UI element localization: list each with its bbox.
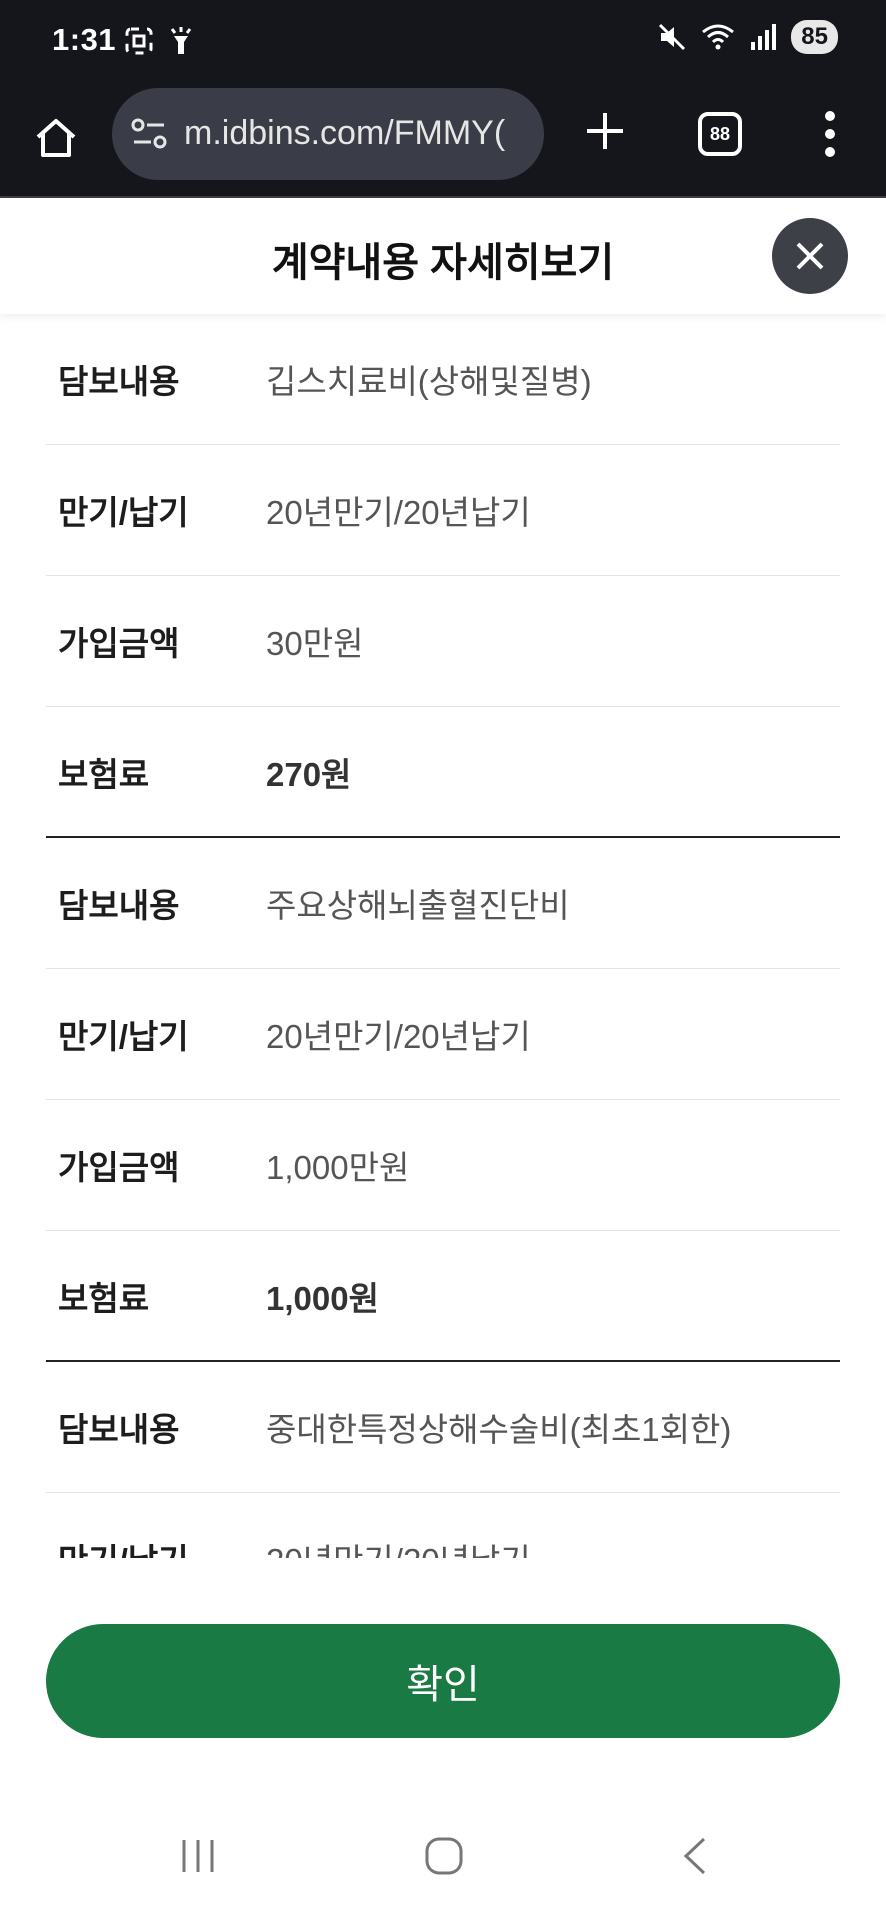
table-row: 담보내용 깁스치료비(상해및질병) [46,314,840,445]
home-button[interactable] [28,110,84,166]
wifi-icon [702,24,735,50]
row-label: 만기/납기 [58,494,189,531]
status-bar: 1:31 85 [0,0,886,84]
modal-header: 계약내용 자세히보기 [0,200,886,314]
status-time: 1:31 [52,22,117,57]
system-nav-bar [0,1800,886,1920]
tab-switcher-button[interactable]: 88 [698,112,742,156]
table-row: 만기/납기 20년만기/20년납기 [46,1493,840,1558]
table-row: 담보내용 중대한특정상해수술비(최초1회한) [46,1362,840,1493]
flashlight-icon [170,27,192,54]
modal-title: 계약내용 자세히보기 [271,241,615,285]
home-nav-icon[interactable] [424,1836,464,1876]
row-label: 담보내용 [58,1411,180,1448]
table-row: 만기/납기 20년만기/20년납기 [46,969,840,1100]
row-label: 만기/납기 [58,1018,189,1055]
row-value: 중대한특정상해수술비(최초1회한) [266,1411,732,1448]
more-menu-button[interactable] [818,108,842,160]
table-row: 보험료 270원 [46,707,840,838]
new-tab-button[interactable] [580,106,630,156]
contract-detail-list[interactable]: 담보내용 깁스치료비(상해및질병) 만기/납기 20년만기/20년납기 가입금액… [0,314,886,1558]
row-value: 20년만기/20년납기 [266,494,531,531]
battery-indicator: 85 [791,20,838,54]
plus-icon [587,113,623,149]
browser-toolbar: m.idbins.com/FMMY( 88 [0,84,886,198]
row-label: 보험료 [58,1279,150,1317]
row-value: 20년만기/20년납기 [266,1534,531,1558]
url-text: m.idbins.com/FMMY( [184,114,506,152]
row-label: 만기/납기 [46,1534,266,1558]
table-row: 가입금액 30만원 [46,576,840,707]
confirm-button[interactable]: 확인 [46,1624,840,1738]
premium-value: 1,000원 [266,1279,379,1317]
row-value: 30만원 [266,625,364,662]
table-row: 담보내용 주요상해뇌출혈진단비 [46,838,840,969]
mute-icon [659,23,686,51]
row-label: 가입금액 [58,1149,180,1186]
table-row: 가입금액 1,000만원 [46,1100,840,1231]
premium-value: 270원 [266,755,352,793]
row-label: 가입금액 [58,625,180,662]
back-icon[interactable] [676,1836,716,1876]
signal-icon [751,24,777,50]
row-label: 담보내용 [58,887,180,924]
row-value: 깁스치료비(상해및질병) [266,363,592,400]
close-button[interactable] [772,218,848,294]
row-value: 주요상해뇌출혈진단비 [266,887,570,924]
table-row: 보험료 1,000원 [46,1231,840,1362]
more-vertical-icon [825,111,835,157]
row-value: 1,000만원 [266,1149,410,1186]
site-settings-icon[interactable] [130,116,170,152]
home-icon [36,119,76,157]
recent-apps-icon[interactable] [178,1836,218,1876]
row-label: 보험료 [58,755,150,793]
table-row: 만기/납기 20년만기/20년납기 [46,445,840,576]
close-icon [796,242,824,270]
address-bar[interactable]: m.idbins.com/FMMY( [112,88,544,180]
row-value: 20년만기/20년납기 [266,1018,531,1055]
row-label: 담보내용 [58,363,180,400]
screenshot-icon [125,27,153,55]
